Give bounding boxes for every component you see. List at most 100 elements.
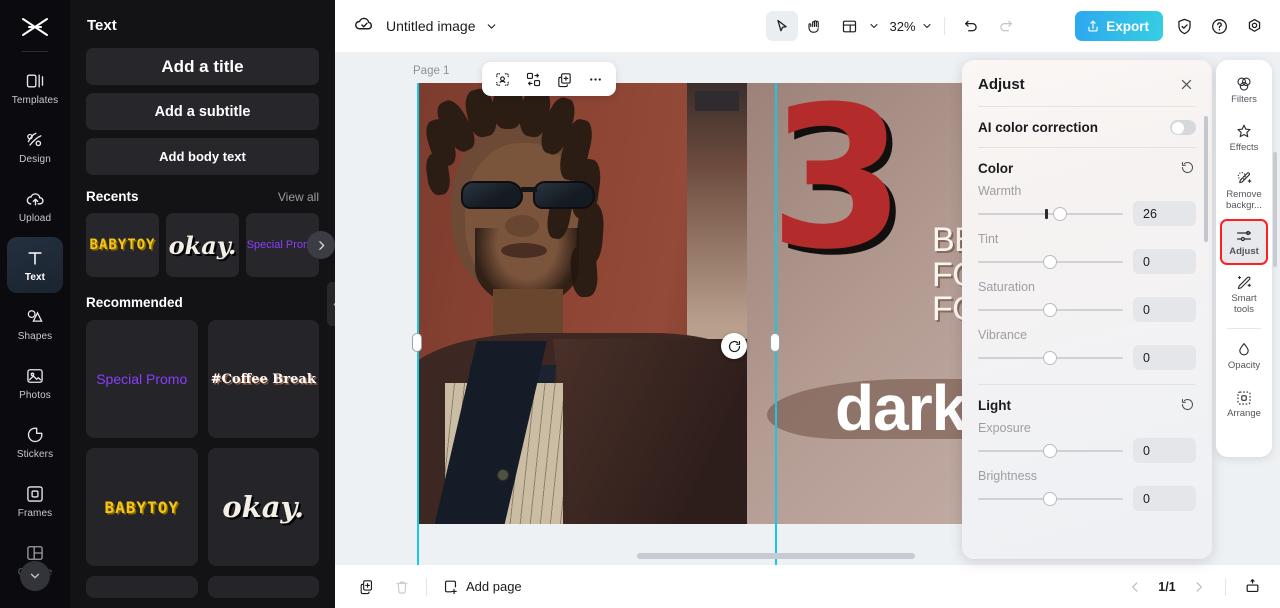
tint-slider[interactable] — [978, 252, 1123, 272]
tool-adjust[interactable]: Adjust — [1220, 219, 1268, 265]
recommended-item[interactable] — [86, 576, 198, 598]
tool-arrange[interactable]: Arrange — [1220, 381, 1268, 427]
recommended-item-text: Special Promo — [96, 371, 188, 387]
recommended-item[interactable] — [207, 576, 319, 598]
brightness-control: Brightness 0 — [962, 463, 1212, 511]
tool-opacity[interactable]: Opacity — [1220, 333, 1268, 379]
tint-value[interactable]: 0 — [1133, 249, 1196, 274]
present-button[interactable] — [1239, 574, 1265, 600]
hand-tool-button[interactable] — [800, 11, 832, 41]
present-icon — [1246, 579, 1258, 593]
tool-remove-background[interactable]: Remove backgr... — [1220, 163, 1268, 217]
duplicate-page-button[interactable] — [353, 574, 379, 600]
vibrance-value[interactable]: 0 — [1133, 345, 1196, 370]
settings-button[interactable] — [1240, 12, 1268, 40]
ai-color-correction-row: AI color correction — [962, 107, 1212, 147]
exposure-slider[interactable] — [978, 441, 1123, 461]
duplicate-icon[interactable] — [551, 66, 578, 93]
zoom-level[interactable]: 32% — [890, 19, 916, 34]
recommended-item[interactable]: BABYTOY — [86, 448, 198, 566]
redo-button[interactable] — [990, 11, 1022, 41]
document-title[interactable]: Untitled image — [386, 18, 476, 34]
tool-smart-tools[interactable]: Smart tools — [1220, 267, 1268, 321]
color-group-header: Color — [962, 148, 1212, 178]
next-page-button[interactable] — [1186, 574, 1212, 600]
sidebar-item-photos[interactable]: Photos — [7, 355, 63, 411]
bottom-toolbar: Add page 1/1 — [335, 565, 1280, 608]
recent-item-text: BABYTOY — [89, 237, 156, 253]
reset-light-button[interactable] — [1180, 397, 1196, 413]
recent-item-text: okay. — [168, 230, 237, 260]
carousel-next-button[interactable] — [307, 231, 335, 259]
add-subtitle-button[interactable]: Add a subtitle — [86, 93, 319, 130]
vibrance-slider[interactable] — [978, 348, 1123, 368]
delete-page-button[interactable] — [389, 574, 415, 600]
add-title-button[interactable]: Add a title — [86, 48, 319, 85]
zoom-caret[interactable] — [921, 20, 933, 32]
recommended-item[interactable]: Special Promo — [86, 320, 198, 438]
layout-caret[interactable] — [868, 20, 880, 32]
saturation-slider[interactable] — [978, 300, 1123, 320]
rail-expand-button[interactable] — [20, 561, 50, 591]
sidebar-item-templates[interactable]: Templates — [7, 60, 63, 116]
add-page-button[interactable]: Add page — [442, 578, 522, 595]
tool-effects[interactable]: Effects — [1220, 115, 1268, 161]
stickers-icon — [24, 424, 46, 446]
rotate-handle[interactable] — [721, 333, 747, 359]
photo-element[interactable] — [417, 83, 747, 524]
adjust-panel-scrollbar[interactable] — [1204, 116, 1208, 242]
select-tool-button[interactable] — [765, 11, 798, 41]
text-icon — [24, 247, 46, 269]
view-all-link[interactable]: View all — [278, 190, 319, 204]
sidebar-item-stickers[interactable]: Stickers — [7, 414, 63, 470]
app-root: Templates Design Upload Text Shapes Phot… — [0, 0, 1280, 608]
recommended-item[interactable]: okay. — [207, 448, 319, 566]
recent-item[interactable]: BABYTOY — [86, 213, 159, 277]
sidebar-item-frames[interactable]: Frames — [7, 473, 63, 529]
cutout-icon[interactable] — [489, 66, 516, 93]
cursor-arrow-icon — [777, 19, 787, 31]
recommended-item[interactable]: #Coffee Break — [207, 320, 319, 438]
ai-color-correction-toggle[interactable] — [1170, 120, 1196, 135]
undo-button[interactable] — [956, 11, 988, 41]
export-button[interactable]: Export — [1075, 11, 1163, 41]
brightness-label: Brightness — [978, 469, 1038, 483]
tool-label: Arrange — [1227, 408, 1261, 420]
auto-layout-icon[interactable] — [520, 66, 547, 93]
sidebar-item-text[interactable]: Text — [7, 237, 63, 293]
warmth-value[interactable]: 26 — [1133, 201, 1196, 226]
chevron-down-icon — [870, 24, 877, 28]
chevron-down-icon — [923, 24, 931, 28]
brightness-value[interactable]: 0 — [1133, 486, 1196, 511]
cloud-saved-icon[interactable] — [353, 12, 376, 40]
sidebar-item-shapes[interactable]: Shapes — [7, 296, 63, 352]
layout-tool-button[interactable] — [834, 11, 866, 41]
reset-color-button[interactable] — [1180, 160, 1196, 176]
tool-filters[interactable]: Filters — [1220, 67, 1268, 113]
help-button[interactable] — [1205, 12, 1233, 40]
add-body-text-button[interactable]: Add body text — [86, 138, 319, 175]
tool-label: Remove backgr... — [1226, 189, 1262, 211]
recommended-item-text: okay. — [222, 490, 305, 524]
more-horizontal-icon[interactable] — [582, 66, 609, 93]
main-area: Untitled image 32% Export Page 1 3 dark … — [335, 0, 1280, 608]
prev-page-button[interactable] — [1122, 574, 1148, 600]
sidebar-item-upload[interactable]: Upload — [7, 178, 63, 234]
panel-collapse-button[interactable] — [327, 282, 335, 326]
saturation-value[interactable]: 0 — [1133, 297, 1196, 322]
upload-cloud-icon — [24, 188, 46, 210]
recommended-grid: Special Promo #Coffee Break BABYTOY okay… — [86, 320, 319, 598]
document-title-caret[interactable] — [485, 20, 498, 33]
sidebar-item-design[interactable]: Design — [7, 119, 63, 175]
tool-label: Effects — [1229, 142, 1259, 154]
canvas-horizontal-scrollbar[interactable] — [637, 553, 915, 559]
brightness-slider[interactable] — [978, 489, 1123, 509]
recent-item[interactable]: okay. — [166, 213, 239, 277]
capcut-logo-icon[interactable] — [15, 10, 55, 44]
exposure-value[interactable]: 0 — [1133, 438, 1196, 463]
close-panel-button[interactable] — [1176, 74, 1196, 94]
shield-check-button[interactable] — [1170, 12, 1198, 40]
text-panel: Text Add a title Add a subtitle Add body… — [70, 0, 335, 608]
warmth-slider[interactable] — [978, 204, 1123, 224]
tools-panel-scrollbar[interactable] — [1273, 152, 1277, 267]
